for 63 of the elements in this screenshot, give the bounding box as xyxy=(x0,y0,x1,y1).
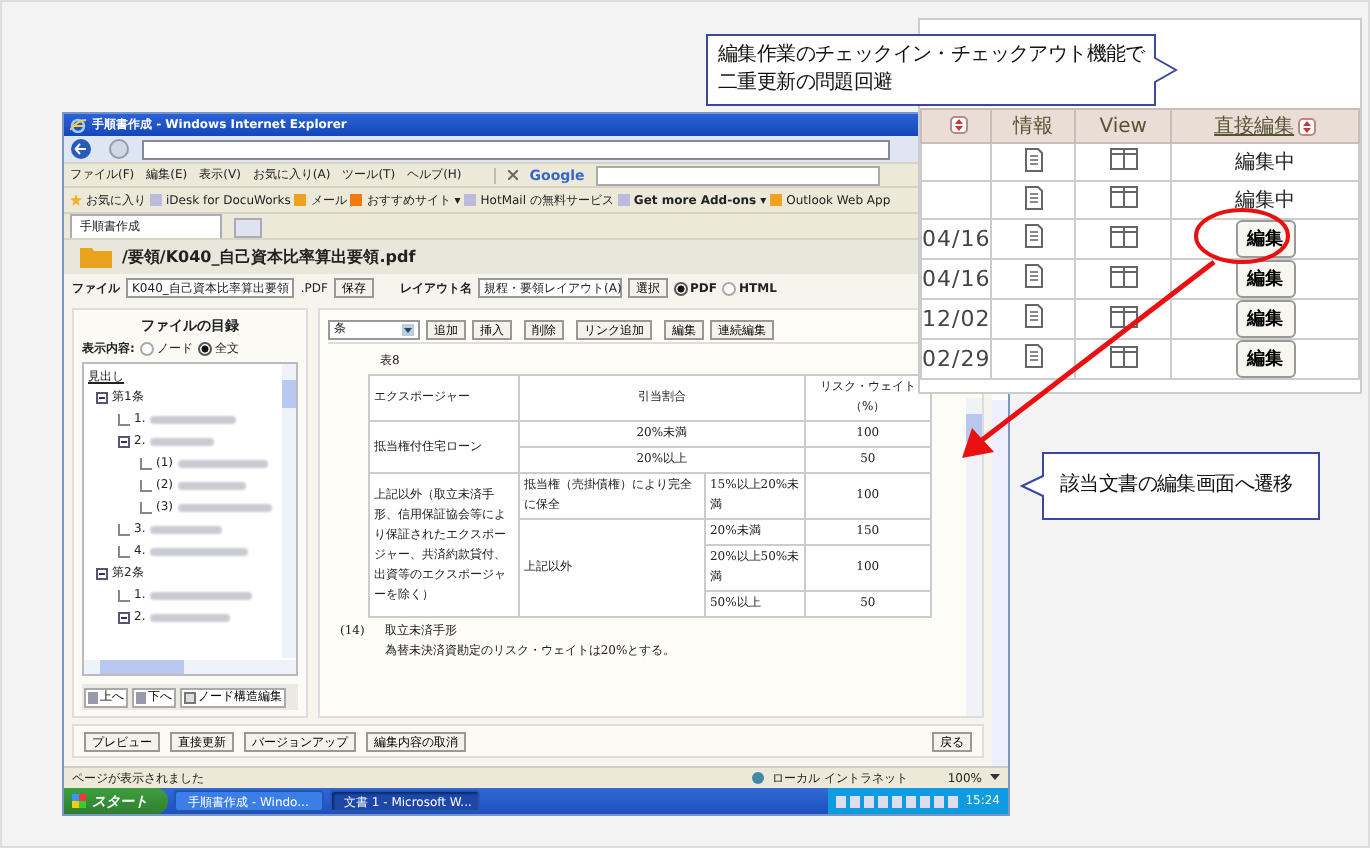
document-icon[interactable] xyxy=(1023,264,1044,288)
document-icon[interactable] xyxy=(1023,344,1044,368)
folder-icon xyxy=(80,246,112,268)
radio-button[interactable] xyxy=(722,281,737,295)
date-cell: 04/16 xyxy=(922,226,991,252)
callout-text: 該当文書の編集画面へ遷移 xyxy=(1060,472,1293,500)
collapse-toggle[interactable] xyxy=(118,611,130,623)
blurred-text xyxy=(149,547,248,555)
status-text: 編集中 xyxy=(1235,190,1296,212)
callout-text: 編集作業のチェックイン・チェックアウト機能で 二重更新の問題回避 xyxy=(718,42,1145,98)
document-icon[interactable] xyxy=(1023,224,1044,248)
blurred-text xyxy=(177,503,271,511)
date-cell: 04/16 xyxy=(922,266,991,292)
dropdown-caret-icon[interactable] xyxy=(990,774,1000,782)
column-header[interactable] xyxy=(921,109,992,143)
blurred-text xyxy=(149,525,222,533)
two-page-icon[interactable] xyxy=(1109,345,1138,367)
collapse-toggle[interactable] xyxy=(96,391,108,403)
edit-button[interactable]: 編集 xyxy=(1235,260,1296,298)
column-header[interactable]: 情報 xyxy=(991,109,1076,143)
two-page-icon[interactable] xyxy=(1109,265,1138,287)
edit-button[interactable]: 編集 xyxy=(1235,220,1296,258)
network-icon xyxy=(751,772,764,784)
blurred-text xyxy=(149,415,236,423)
blurred-text xyxy=(149,613,230,621)
document-icon[interactable] xyxy=(1023,147,1044,171)
dropdown-caret-icon[interactable] xyxy=(402,323,414,335)
document-icon[interactable] xyxy=(1023,185,1044,209)
scrollbar[interactable] xyxy=(84,660,296,674)
browser-logo-icon xyxy=(70,117,86,133)
address-field[interactable] xyxy=(142,139,890,159)
collapse-toggle[interactable] xyxy=(96,567,108,579)
blurred-text xyxy=(149,591,252,599)
windows-flag-icon xyxy=(72,794,86,808)
scrollbar[interactable] xyxy=(966,398,982,716)
blurred-text xyxy=(177,481,245,489)
search-field[interactable] xyxy=(596,165,881,185)
two-page-icon[interactable] xyxy=(1109,148,1138,170)
two-page-icon[interactable] xyxy=(1109,305,1138,327)
close-icon[interactable] xyxy=(507,170,518,180)
document-icon[interactable] xyxy=(1023,304,1044,328)
two-page-icon[interactable] xyxy=(1109,225,1138,247)
sort-icon[interactable] xyxy=(949,116,968,135)
blurred-text xyxy=(149,437,214,445)
two-page-icon[interactable] xyxy=(1109,186,1138,208)
scrollbar[interactable] xyxy=(992,400,1008,766)
edit-button[interactable]: 編集 xyxy=(1235,340,1296,378)
column-header[interactable]: View xyxy=(1075,109,1172,143)
radio-button[interactable] xyxy=(198,342,213,356)
date-cell: 02/29 xyxy=(922,346,991,372)
file-path: /要領/K040_自己資本比率算出要領.pdf xyxy=(122,246,416,268)
radio-button[interactable] xyxy=(140,342,155,356)
sort-icon[interactable] xyxy=(1298,117,1317,136)
edit-button[interactable]: 編集 xyxy=(1235,300,1296,338)
scrollbar[interactable] xyxy=(282,364,296,658)
highlight-circle xyxy=(1194,208,1290,264)
blurred-text xyxy=(177,459,267,467)
column-header[interactable]: 直接編集 xyxy=(1171,109,1359,143)
date-cell: 12/02 xyxy=(922,306,991,332)
status-text: 編集中 xyxy=(1235,152,1296,174)
back-button[interactable] xyxy=(70,138,96,160)
radio-button[interactable] xyxy=(674,281,688,295)
collapse-toggle[interactable] xyxy=(118,435,130,447)
